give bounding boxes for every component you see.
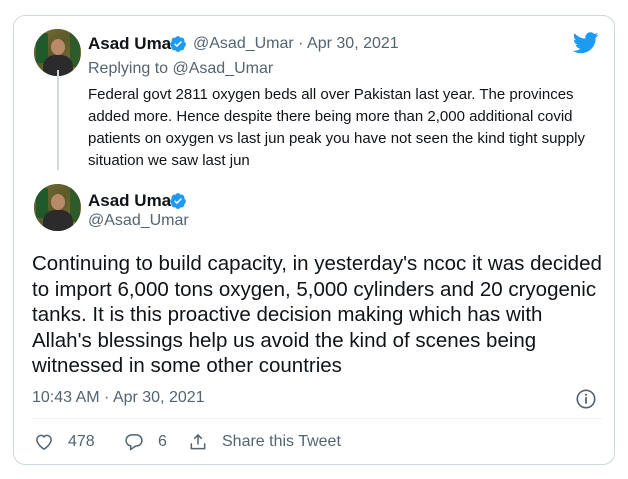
verified-badge-icon <box>170 36 186 52</box>
share-button[interactable]: Share this Tweet <box>188 432 341 452</box>
reply-tweet-text: Federal govt 2811 oxygen beds all over P… <box>88 86 585 169</box>
reply-count: 6 <box>158 433 167 450</box>
heart-icon <box>36 434 52 450</box>
reply-button[interactable]: 6 <box>124 432 167 452</box>
handle-date[interactable]: @Asad_Umar · Apr 30, 2021 <box>193 35 399 53</box>
twitter-bird-icon[interactable] <box>573 32 599 54</box>
reply-icon <box>125 434 143 451</box>
thread-line <box>57 70 59 170</box>
author-name[interactable]: Asad Umar <box>88 191 178 211</box>
info-icon[interactable] <box>575 388 597 410</box>
like-count: 478 <box>68 433 95 450</box>
author-name[interactable]: Asad Umar <box>88 34 178 54</box>
replying-to[interactable]: Replying to @Asad_Umar <box>88 60 273 78</box>
share-label: Share this Tweet <box>222 433 341 450</box>
avatar[interactable] <box>34 184 81 231</box>
avatar[interactable] <box>34 29 81 76</box>
verified-badge-icon <box>170 193 186 209</box>
tweet-timestamp[interactable]: 10:43 AM · Apr 30, 2021 <box>32 389 205 407</box>
author-handle[interactable]: @Asad_Umar <box>88 212 189 230</box>
like-button[interactable]: 478 <box>34 432 95 452</box>
share-icon <box>190 433 206 450</box>
main-tweet-text: Continuing to build capacity, in yesterd… <box>32 252 602 377</box>
divider <box>32 418 602 419</box>
